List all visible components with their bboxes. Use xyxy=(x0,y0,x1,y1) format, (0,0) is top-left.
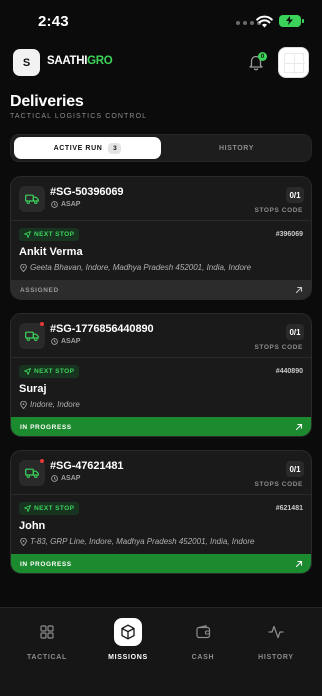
truck-icon xyxy=(19,186,45,212)
navigation-icon xyxy=(24,368,31,375)
status-label: IN PROGRESS xyxy=(20,424,72,431)
navigation-icon xyxy=(24,505,31,512)
location-pin-icon xyxy=(20,400,27,409)
wifi-icon xyxy=(256,15,273,28)
tab-history[interactable]: HISTORY xyxy=(163,137,310,159)
clock-icon xyxy=(51,201,58,208)
next-stop-label: NEXT STOP xyxy=(34,368,75,375)
stops-code-label: STOPS CODE xyxy=(254,481,303,488)
brand-name-part2: GRO xyxy=(87,55,113,67)
priority-label: ASAP xyxy=(51,201,80,208)
navigation-icon xyxy=(24,231,31,238)
app-header: S SAATHIGRO 0 xyxy=(0,44,322,80)
notification-badge: 0 xyxy=(258,52,267,61)
next-stop-label: NEXT STOP xyxy=(34,231,75,238)
tab-tactical[interactable]: TACTICAL xyxy=(15,618,79,674)
priority-text: ASAP xyxy=(61,201,81,208)
next-stop-badge: NEXT STOP xyxy=(19,502,80,515)
brand-name-part1: SAATHI xyxy=(47,55,88,67)
stops-count: 0/1 xyxy=(286,461,304,477)
shipment-id: #SG-1776856440890 xyxy=(50,323,154,335)
card-header: #SG-1776856440890 ASAP 0/1 STOPS CODE xyxy=(11,314,311,358)
run-segment-control: ACTIVE RUN 3 HISTORY xyxy=(10,134,312,162)
stops-count: 0/1 xyxy=(286,187,304,203)
shipment-id: #SG-47621481 xyxy=(50,460,124,472)
delivery-card[interactable]: #SG-50396069 ASAP 0/1 STOPS CODE NEXT ST… xyxy=(10,176,312,300)
wallet-icon xyxy=(189,618,217,646)
status-bar: 2:43 xyxy=(0,0,322,44)
shipment-id: #SG-50396069 xyxy=(50,186,124,198)
alert-dot xyxy=(40,322,44,326)
tab-tactical-label: TACTICAL xyxy=(26,654,68,661)
delivery-card[interactable]: #SG-1776856440890 ASAP 0/1 STOPS CODE NE… xyxy=(10,313,312,437)
status-label: ASSIGNED xyxy=(20,287,59,294)
tab-cash[interactable]: CASH xyxy=(171,618,235,674)
stops-code-label: STOPS CODE xyxy=(254,207,303,214)
tab-active-run[interactable]: ACTIVE RUN 3 xyxy=(14,137,161,159)
order-ref: #396069 xyxy=(275,231,303,238)
truck-icon xyxy=(19,323,45,349)
card-header: #SG-47621481 ASAP 0/1 STOPS CODE xyxy=(11,451,311,495)
customer-name: Ankit Verma xyxy=(19,246,83,258)
avatar[interactable] xyxy=(278,47,309,78)
order-ref: #440890 xyxy=(275,368,303,375)
logo: S xyxy=(13,49,40,76)
tab-history-nav[interactable]: HISTORY xyxy=(244,618,308,674)
stops-count: 0/1 xyxy=(286,324,304,340)
grid-icon xyxy=(33,618,61,646)
bottom-tab-bar: TACTICAL MISSIONS CASH HISTORY xyxy=(0,607,322,696)
address-text: Geeta Bhavan, Indore, Madhya Pradesh 452… xyxy=(30,263,252,272)
clock-icon xyxy=(51,338,58,345)
address-text: Indore, Indore xyxy=(30,400,80,409)
delivery-card[interactable]: #SG-47621481 ASAP 0/1 STOPS CODE NEXT ST… xyxy=(10,450,312,574)
location-pin-icon xyxy=(20,263,27,272)
tab-missions-label: MISSIONS xyxy=(108,654,148,661)
status-bar-in-progress[interactable]: IN PROGRESS xyxy=(11,417,311,436)
arrow-up-right-icon xyxy=(295,560,303,568)
order-ref: #621481 xyxy=(275,505,303,512)
status-label: IN PROGRESS xyxy=(20,561,72,568)
customer-name: Suraj xyxy=(19,383,47,395)
battery-cap xyxy=(302,19,304,23)
tab-history-nav-label: HISTORY xyxy=(258,654,294,661)
clock-icon xyxy=(51,475,58,482)
activity-icon xyxy=(262,618,290,646)
tab-cash-label: CASH xyxy=(191,654,215,661)
priority-text: ASAP xyxy=(61,338,81,345)
package-icon xyxy=(114,618,142,646)
customer-address: Geeta Bhavan, Indore, Madhya Pradesh 452… xyxy=(20,263,251,272)
customer-name: John xyxy=(19,520,46,532)
priority-text: ASAP xyxy=(61,475,81,482)
address-text: T-83, GRP Line, Indore, Madhya Pradesh 4… xyxy=(30,537,255,546)
customer-address: Indore, Indore xyxy=(20,400,80,409)
status-time: 2:43 xyxy=(38,13,69,30)
status-bar-assigned[interactable]: ASSIGNED xyxy=(11,280,311,299)
battery-icon xyxy=(279,15,301,27)
priority-label: ASAP xyxy=(51,338,80,345)
priority-label: ASAP xyxy=(51,475,80,482)
next-stop-badge: NEXT STOP xyxy=(19,228,80,241)
arrow-up-right-icon xyxy=(295,423,303,431)
active-run-count: 3 xyxy=(108,142,122,154)
stops-code-label: STOPS CODE xyxy=(254,344,303,351)
page-title: Deliveries xyxy=(10,93,84,110)
next-stop-badge: NEXT STOP xyxy=(19,365,80,378)
page-subtitle: TACTICAL LOGISTICS CONTROL xyxy=(10,113,148,120)
location-pin-icon xyxy=(20,537,27,546)
alert-dot xyxy=(40,459,44,463)
customer-address: T-83, GRP Line, Indore, Madhya Pradesh 4… xyxy=(20,537,254,546)
brand-name: SAATHIGRO xyxy=(47,55,113,67)
truck-icon xyxy=(19,460,45,486)
card-header: #SG-50396069 ASAP 0/1 STOPS CODE xyxy=(11,177,311,221)
arrow-up-right-icon xyxy=(295,286,303,294)
tab-missions[interactable]: MISSIONS xyxy=(96,618,160,674)
tab-active-run-label: ACTIVE RUN xyxy=(53,144,103,152)
status-bar-in-progress[interactable]: IN PROGRESS xyxy=(11,554,311,573)
next-stop-label: NEXT STOP xyxy=(34,505,75,512)
